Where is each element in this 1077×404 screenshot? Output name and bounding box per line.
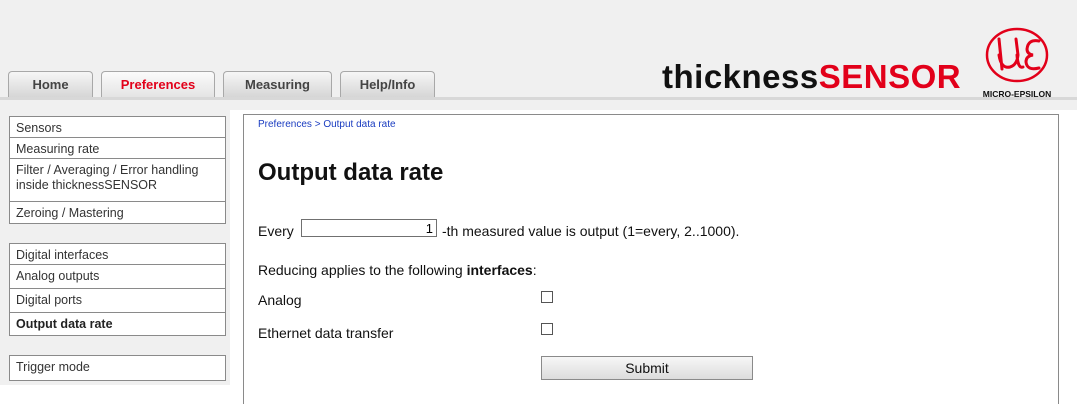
header: Home Preferences Measuring Help/Info thi… xyxy=(0,0,1077,110)
main-panel: Preferences > Output data rate Output da… xyxy=(243,114,1059,404)
logo-mu-glyph xyxy=(997,37,1025,71)
analog-label: Analog xyxy=(258,292,302,308)
submit-button[interactable]: Submit xyxy=(541,356,753,380)
sidebar-item-filter-averaging[interactable]: Filter / Averaging / Error handling insi… xyxy=(9,158,226,202)
sidebar-item-zeroing-mastering[interactable]: Zeroing / Mastering xyxy=(9,201,226,224)
every-label: Every xyxy=(258,223,294,239)
every-suffix: -th measured value is output (1=every, 2… xyxy=(442,223,740,239)
sidebar-item-measuring-rate[interactable]: Measuring rate xyxy=(9,137,226,159)
reduce-text-suffix: : xyxy=(532,262,537,278)
page-title: Output data rate xyxy=(258,159,444,186)
reduce-text-prefix: Reducing applies to the following xyxy=(258,262,467,278)
brand-part-1: thickness xyxy=(662,58,819,95)
logo-text: MICRO-EPSILON xyxy=(983,89,1051,99)
sidebar-item-digital-ports[interactable]: Digital ports xyxy=(9,288,226,313)
sidebar-item-analog-outputs[interactable]: Analog outputs xyxy=(9,264,226,289)
brand-part-2: SENSOR xyxy=(818,58,962,95)
sidebar-item-output-data-rate[interactable]: Output data rate xyxy=(9,312,226,336)
tab-underline xyxy=(0,97,1077,100)
tab-home[interactable]: Home xyxy=(8,71,93,97)
ethernet-checkbox[interactable] xyxy=(541,323,553,335)
tab-help-info[interactable]: Help/Info xyxy=(340,71,435,97)
micro-epsilon-logo: MICRO-EPSILON xyxy=(983,27,1051,99)
sidebar: Sensors Measuring rate Filter / Averagin… xyxy=(0,110,230,385)
breadcrumb[interactable]: Preferences > Output data rate xyxy=(258,119,396,130)
sidebar-item-digital-interfaces[interactable]: Digital interfaces xyxy=(9,243,226,265)
logo-epsilon-glyph xyxy=(1024,39,1041,71)
analog-checkbox[interactable] xyxy=(541,291,553,303)
tab-measuring[interactable]: Measuring xyxy=(223,71,332,97)
sidebar-item-trigger-mode[interactable]: Trigger mode xyxy=(9,355,226,381)
brand-title: thicknessSENSOR xyxy=(662,58,961,96)
every-nth-input[interactable] xyxy=(301,219,437,237)
reduce-text-bold: interfaces xyxy=(466,262,533,278)
ethernet-label: Ethernet data transfer xyxy=(258,325,394,341)
tab-preferences[interactable]: Preferences xyxy=(101,71,215,97)
sidebar-item-sensors[interactable]: Sensors xyxy=(9,116,226,138)
reduce-applies-text: Reducing applies to the following interf… xyxy=(258,262,537,278)
